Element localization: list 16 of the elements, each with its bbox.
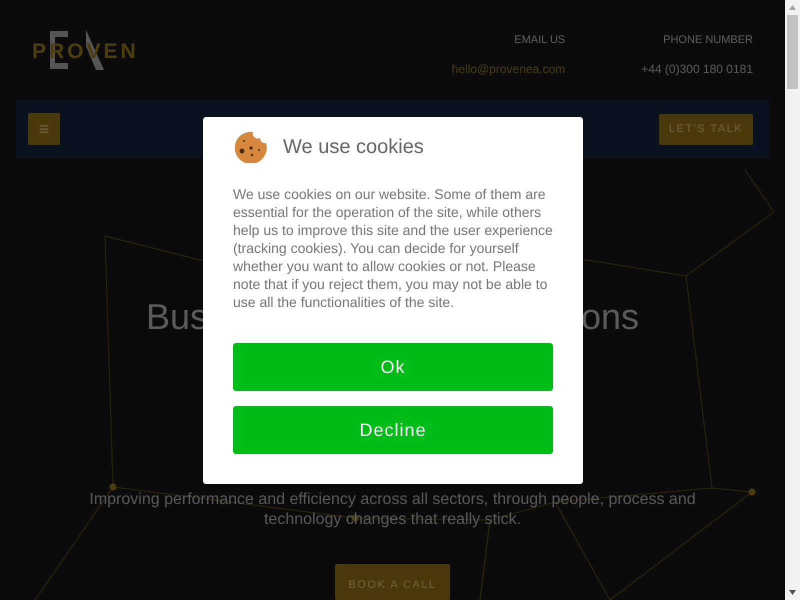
phone-number: +44 (0)300 180 0181	[641, 62, 753, 76]
email-link[interactable]: hello@provenea.com	[452, 62, 566, 76]
scroll-down-icon[interactable]	[789, 590, 796, 595]
cookie-icon	[233, 131, 267, 163]
ok-button[interactable]: Ok	[233, 343, 553, 391]
scroll-up-icon[interactable]	[789, 5, 796, 10]
scrollbar-thumb[interactable]	[787, 15, 798, 89]
dialog-text: We use cookies on our website. Some of them are essential for the operation of the site, while others help us to improve this site and the user experience (tracking cookies). You can decide for yourself whether you want to allow cookies or not. Please note that if you reject them, you may not be able to use all the functionalities of the site.	[233, 185, 553, 311]
contact-label: PHONE NUMBER	[663, 34, 753, 46]
hero-heading: ons	[580, 296, 639, 338]
dialog-title: We use cookies	[283, 136, 424, 158]
decline-button[interactable]: Decline	[233, 406, 553, 454]
contact-label: EMAIL US	[514, 34, 566, 46]
menu-button[interactable]: ≡	[28, 113, 60, 146]
hero-subtitle: Improving performance and efficiency across all sectors, through people, process and technology changes that really stick.	[88, 490, 697, 530]
scrollbar[interactable]	[785, 0, 800, 600]
